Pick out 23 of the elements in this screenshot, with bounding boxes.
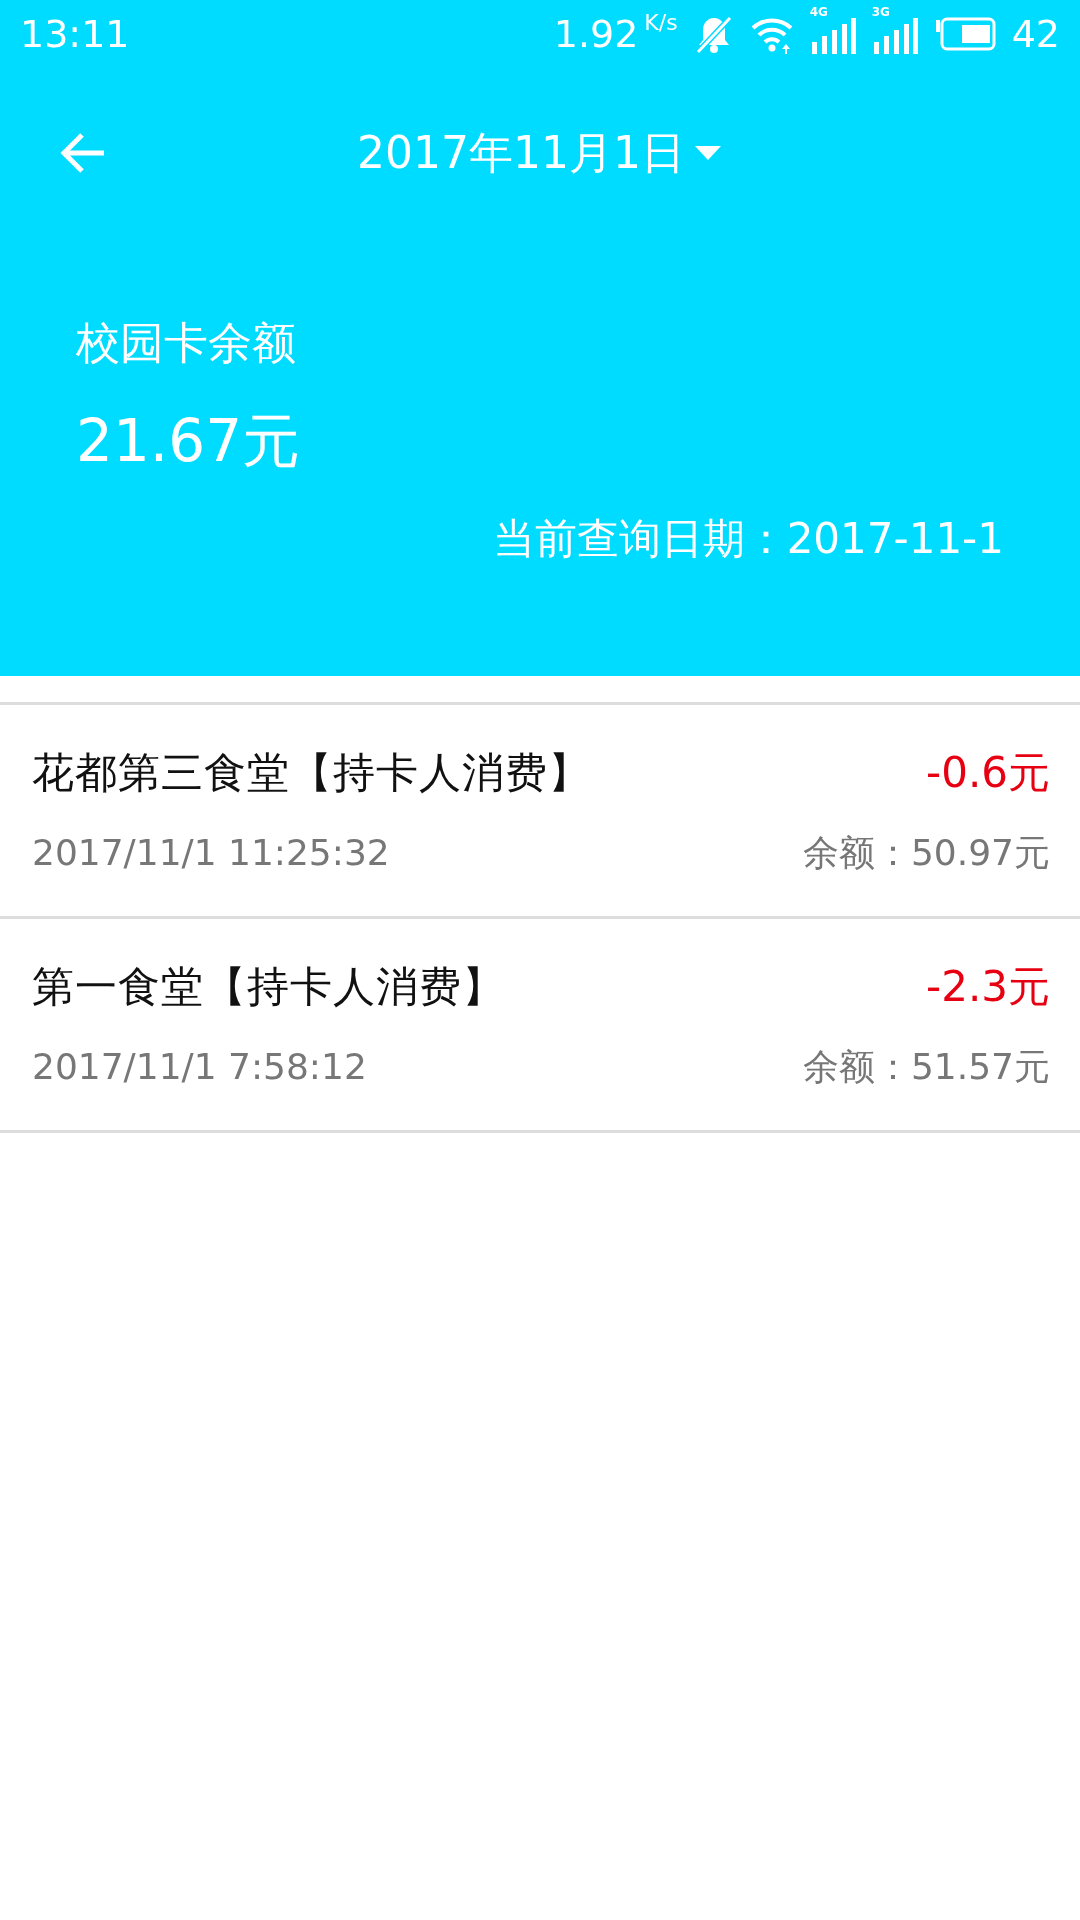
transaction-row[interactable]: 第一食堂【持卡人消费】 -2.3元 2017/11/1 7:58:12 余额：51.57元 bbox=[0, 919, 1080, 1133]
remaining-balance: 余额：50.97元 bbox=[802, 831, 1050, 875]
balance-amount: 21.67元 bbox=[76, 406, 301, 477]
remaining-balance: 余额：51.57元 bbox=[802, 1045, 1050, 1089]
balance-label: 校园卡余额 bbox=[76, 316, 296, 370]
query-date: 当前查询日期：2017-11-1 bbox=[492, 513, 1004, 565]
battery-icon bbox=[933, 17, 996, 51]
network-type: 3G bbox=[871, 5, 890, 18]
signal-icon bbox=[809, 18, 856, 54]
caret-icon bbox=[693, 144, 723, 162]
battery-percent: 42 bbox=[1011, 10, 1060, 58]
transaction-amount: -0.6元 bbox=[926, 747, 1050, 799]
network-speed: 1.92 bbox=[553, 10, 639, 58]
transaction-amount: -2.3元 bbox=[926, 961, 1050, 1013]
transaction-place: 第一食堂【持卡人消费】 bbox=[32, 961, 505, 1013]
transaction-row[interactable]: 花都第三食堂【持卡人消费】 -0.6元 2017/11/1 11:25:32 余额：50.97元 bbox=[0, 705, 1080, 919]
transaction-time: 2017/11/1 7:58:12 bbox=[32, 1045, 367, 1089]
transaction-time: 2017/11/1 11:25:32 bbox=[32, 831, 390, 875]
transaction-place: 花都第三食堂【持卡人消费】 bbox=[32, 747, 591, 799]
speed-unit: K/s bbox=[644, 8, 678, 37]
signal-icon bbox=[871, 18, 918, 54]
status-time: 13:11 bbox=[20, 10, 130, 58]
network-type: 4G bbox=[809, 5, 828, 18]
